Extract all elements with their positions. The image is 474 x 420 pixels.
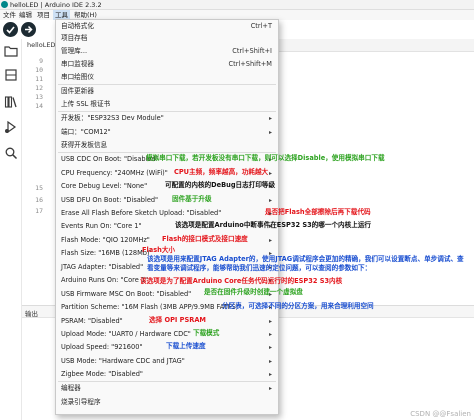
line-number-gutter: 9 10 11 12 13 14 15 16 17 xyxy=(22,52,46,305)
arduino-app-icon xyxy=(1,1,8,8)
line-number: 10 xyxy=(35,66,43,74)
annotation-psram: 选择 OPI PSRAM xyxy=(149,316,206,324)
window-title: helloLED | Arduino IDE 2.3.2 xyxy=(10,1,102,9)
output-tab[interactable]: 输出 xyxy=(25,308,38,318)
menu-item-upload-ssl[interactable]: 上传 SSL 根证书 xyxy=(61,100,110,109)
submenu-arrow-icon: ▸ xyxy=(268,344,272,351)
annotation-erase-flash: 是否把Flash全部擦除后再下载代码 xyxy=(265,208,371,216)
menu-item-flash-size[interactable]: Flash Size: "16MB (128Mb)" xyxy=(61,249,153,258)
menu-item-usb-cdc-on-boot[interactable]: USB CDC On Boot: "Disabled" xyxy=(61,155,159,164)
arduino-ide-window: helloLED | Arduino IDE 2.3.2 文件 编辑 项目 工具… xyxy=(0,0,474,420)
menu-item-usb-dfu-on-boot[interactable]: USB DFU On Boot: "Disabled" xyxy=(61,196,158,205)
check-icon xyxy=(6,26,15,34)
menu-item-port[interactable]: 端口："COM12" xyxy=(61,128,111,137)
arrow-right-icon xyxy=(25,25,33,34)
submenu-arrow-icon: ▸ xyxy=(268,170,272,177)
watermark: CSDN @@Fsalien xyxy=(410,410,471,418)
menu-item-serial-plotter[interactable]: 串口绘图仪 xyxy=(61,73,94,82)
line-number: 17 xyxy=(35,207,43,215)
submenu-arrow-icon: ▸ xyxy=(268,318,272,325)
shortcut-auto-format: Ctrl+T xyxy=(250,22,272,30)
annotation-usb-cdc: 模拟串口下载，若开发板没有串口下载，则可以选择Disable，使用模拟串口下载 xyxy=(146,154,385,162)
submenu-arrow-icon: ▸ xyxy=(268,237,272,244)
line-number: 12 xyxy=(35,84,43,92)
menu-item-flash-mode[interactable]: Flash Mode: "QIO 120MHz" xyxy=(61,236,150,245)
menu-item-zigbee-mode[interactable]: Zigbee Mode: "Disabled" xyxy=(61,370,143,379)
board-manager-icon[interactable] xyxy=(4,68,18,82)
annotation-usb-msc: 是否在固件升级时创建一个虚拟盘 xyxy=(204,288,303,296)
title-bar: helloLED | Arduino IDE 2.3.2 xyxy=(0,0,474,10)
verify-button[interactable] xyxy=(3,22,18,37)
menu-item-burn-bootloader[interactable]: 烧录引导程序 xyxy=(61,398,101,407)
line-number: 14 xyxy=(35,102,43,110)
submenu-arrow-icon: ▸ xyxy=(268,371,272,378)
annotation-core-debug: 可配置的内核的DeBug日志打印等级 xyxy=(165,181,276,189)
line-number: 9 xyxy=(39,57,43,65)
annotation-flash-size: Flash大小 xyxy=(142,246,176,254)
folder-icon[interactable] xyxy=(4,44,18,58)
submenu-arrow-icon: ▸ xyxy=(268,385,272,392)
menu-edit[interactable]: 编辑 xyxy=(17,10,34,20)
annotation-upload-speed: 下载上传速度 xyxy=(166,342,206,350)
submenu-arrow-icon: ▸ xyxy=(268,115,272,122)
tools-menu: 自动格式化 Ctrl+T 项目存档 管理库... Ctrl+Shift+I 串口… xyxy=(55,19,279,415)
menu-item-auto-format[interactable]: 自动格式化 xyxy=(61,22,94,31)
menu-item-jtag-adapter[interactable]: JTAG Adapter: "Disabled" xyxy=(61,263,143,272)
library-icon[interactable] xyxy=(4,95,18,109)
menu-file[interactable]: 文件 xyxy=(1,10,18,20)
annotation-flash-mode: Flash的接口模式及接口速度 xyxy=(162,235,248,243)
menu-item-arduino-runs-on[interactable]: Arduino Runs On: "Core 1" xyxy=(61,276,148,285)
annotation-arduino-runs-on: 该选项是为了配置Arduino Core任务代码运行时的ESP32 S3内核 xyxy=(140,277,343,285)
submenu-arrow-icon: ▸ xyxy=(268,197,272,204)
menu-item-firmware-updater[interactable]: 固件更新器 xyxy=(61,87,94,96)
menu-item-upload-speed[interactable]: Upload Speed: "921600" xyxy=(61,343,142,352)
menu-item-manage-libraries[interactable]: 管理库... xyxy=(61,47,87,56)
line-number: 15 xyxy=(35,184,43,192)
menu-separator xyxy=(58,111,276,112)
menu-separator xyxy=(58,381,276,382)
annotation-events-run-on: 该选项是配置Arduino中断事件在ESP32 S3的哪一个内核上运行 xyxy=(175,221,372,229)
search-icon[interactable] xyxy=(4,146,18,160)
menu-item-cpu-frequency[interactable]: CPU Frequency: "240MHz (WiFi)" xyxy=(61,169,168,178)
menu-item-programmer[interactable]: 编程器 xyxy=(61,384,81,393)
menu-item-archive-sketch[interactable]: 项目存档 xyxy=(61,34,87,43)
left-sidebar xyxy=(0,39,22,420)
annotation-cpu-freq: CPU主频，频率越高，功耗越大 xyxy=(174,168,269,176)
menu-sketch[interactable]: 项目 xyxy=(35,10,52,20)
annotation-partition: 分区表，可选择不同的分区方案，用来合理利用空间 xyxy=(222,302,374,310)
menu-item-core-debug-level[interactable]: Core Debug Level: "None" xyxy=(61,182,147,191)
line-number: 16 xyxy=(35,196,43,204)
annotation-usb-dfu: 固件基于升级 xyxy=(172,195,212,203)
annotation-jtag-adapter: 该选项是用来配置JTAG Adapter的，使用JTAG调试程序会更加的精确，我… xyxy=(147,255,464,272)
menu-separator xyxy=(58,152,276,153)
submenu-arrow-icon: ▸ xyxy=(268,331,272,338)
menu-item-serial-monitor[interactable]: 串口监视器 xyxy=(61,60,94,69)
menu-item-board[interactable]: 开发板："ESP32S3 Dev Module" xyxy=(61,114,164,123)
menu-item-partition-scheme[interactable]: Partition Scheme: "16M Flash (3MB APP/9.… xyxy=(61,303,241,312)
menu-item-events-run-on[interactable]: Events Run On: "Core 1" xyxy=(61,222,141,231)
line-number: 11 xyxy=(35,75,43,83)
menu-item-board-info[interactable]: 获得开发板信息 xyxy=(61,141,107,150)
submenu-arrow-icon: ▸ xyxy=(268,129,272,136)
shortcut-manage-libraries: Ctrl+Shift+I xyxy=(232,47,272,55)
menu-item-usb-firmware-msc[interactable]: USB Firmware MSC On Boot: "Disabled" xyxy=(61,290,191,299)
debug-icon[interactable] xyxy=(4,120,18,134)
submenu-arrow-icon: ▸ xyxy=(268,358,272,365)
upload-button[interactable] xyxy=(21,22,36,37)
menu-separator xyxy=(58,84,276,85)
annotation-upload-mode: 下载模式 xyxy=(193,329,220,337)
menu-item-usb-mode[interactable]: USB Mode: "Hardware CDC and JTAG" xyxy=(61,357,185,366)
menu-item-upload-mode[interactable]: Upload Mode: "UART0 / Hardware CDC" xyxy=(61,330,191,339)
line-number: 13 xyxy=(35,93,43,101)
menu-item-psram[interactable]: PSRAM: "Disabled" xyxy=(61,317,123,326)
shortcut-serial-monitor: Ctrl+Shift+M xyxy=(228,60,272,68)
menu-item-erase-flash[interactable]: Erase All Flash Before Sketch Upload: "D… xyxy=(61,209,221,218)
